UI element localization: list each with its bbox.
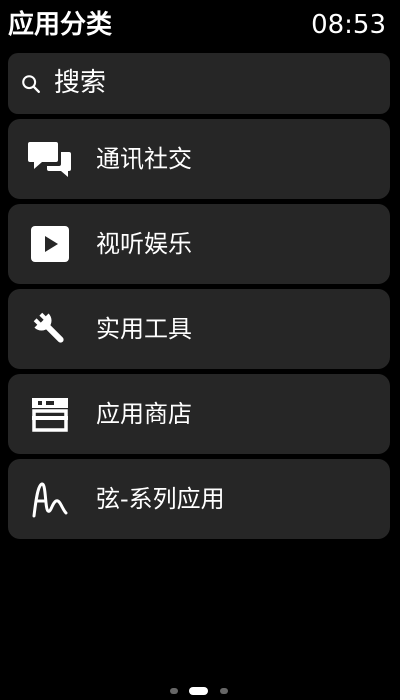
page-title: 应用分类: [8, 10, 113, 40]
search-bar[interactable]: 搜索: [8, 53, 390, 114]
category-label: 应用商店: [96, 400, 192, 428]
wrench-icon: [33, 312, 64, 343]
page-dot-1: [170, 688, 178, 694]
category-label: 实用工具: [96, 315, 192, 343]
category-utilities[interactable]: 实用工具: [8, 289, 390, 369]
page-dot-3: [220, 688, 228, 694]
search-label: 搜索: [54, 68, 107, 98]
page-dot-2-active: [189, 687, 208, 695]
category-communication-social[interactable]: 通讯社交: [8, 119, 390, 199]
chat-bubbles-icon: [28, 142, 71, 177]
category-xian-series-apps[interactable]: 弦-系列应用: [8, 459, 390, 539]
xian-logo-icon: [32, 482, 68, 518]
category-audio-video-entertainment[interactable]: 视听娱乐: [8, 204, 390, 284]
category-label: 通讯社交: [96, 145, 192, 173]
category-label: 弦-系列应用: [96, 485, 225, 513]
play-icon: [31, 226, 69, 262]
page-indicator: [0, 687, 400, 695]
status-header: 应用分类 08:53: [0, 0, 400, 50]
category-app-store[interactable]: 应用商店: [8, 374, 390, 454]
search-icon: [22, 75, 40, 93]
store-icon: [32, 398, 68, 432]
category-label: 视听娱乐: [96, 230, 192, 258]
clock-time: 08:53: [311, 10, 386, 40]
